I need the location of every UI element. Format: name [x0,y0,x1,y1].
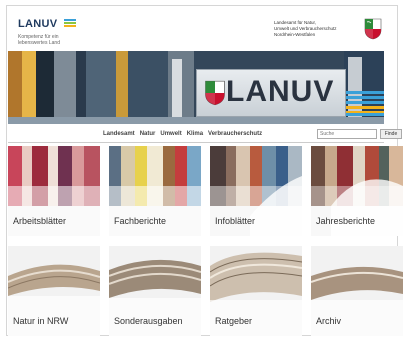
logo-tagline: Kompetenz für ein lebenswertes Land [18,34,60,46]
search-button[interactable]: Finde [380,129,402,139]
nav-item-klima[interactable]: Klima [187,131,203,137]
nav-links: Landesamt Natur Umwelt Klima Verbraucher… [103,131,262,137]
tile-fachberichte[interactable]: Fachberichte [109,146,201,236]
logo-text: LANUV [18,18,58,30]
nrw-crest-icon [205,80,225,106]
nrw-crest-icon [364,18,382,40]
tile-label: Fachberichte [114,216,167,226]
hero-sign-text: LANUV [226,75,335,108]
agency-line: Nordrhein-Westfalen [274,32,316,37]
nav-item-verbraucherschutz[interactable]: Verbraucherschutz [208,131,262,137]
tile-label: Ratgeber [215,316,253,326]
main-nav: Landesamt Natur Umwelt Klima Verbraucher… [8,127,402,143]
agency-name: Landesamt für Natur, Umwelt und Verbrauc… [274,20,354,38]
tile-ratgeber[interactable]: Ratgeber [210,246,302,336]
tile-infoblaetter[interactable]: Infoblätter [210,146,302,236]
search-input[interactable] [317,129,377,139]
tile-label: Infoblätter [215,216,256,226]
tile-arbeitsblaetter[interactable]: Arbeitsblätter [8,146,100,236]
tile-jahresberichte[interactable]: Jahresberichte [311,146,403,236]
tile-sonderausgaben[interactable]: Sonderausgaben [109,246,201,336]
tile-label: Natur in NRW [13,316,69,326]
lanuv-logo[interactable]: LANUV Kompetenz für ein lebenswertes Lan… [18,14,88,46]
hero-banner: LANUV [8,51,384,124]
tile-archiv[interactable]: Archiv [311,246,403,336]
tile-label: Jahresberichte [316,216,376,226]
tile-natur-in-nrw[interactable]: Natur in NRW [8,246,100,336]
nav-item-natur[interactable]: Natur [140,131,156,137]
logo-stripes-icon [63,18,76,27]
tile-label: Sonderausgaben [114,316,183,326]
tile-label: Arbeitsblätter [13,216,67,226]
tile-label: Archiv [316,316,342,326]
site-header: LANUV Kompetenz für ein lebenswertes Lan… [8,6,384,50]
nav-item-umwelt[interactable]: Umwelt [160,131,181,137]
nav-item-landesamt[interactable]: Landesamt [103,131,135,137]
